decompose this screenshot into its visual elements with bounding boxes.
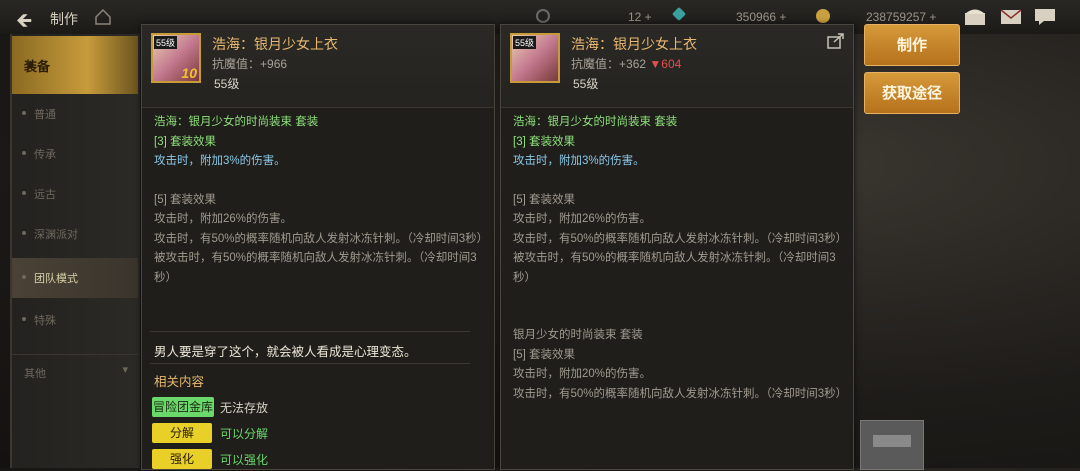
chevron-up-icon: ▲: [24, 56, 37, 71]
sidebar-item-label: 远古: [34, 189, 56, 201]
disassemble-button[interactable]: 分解: [152, 423, 212, 443]
item-level-badge: 55级: [154, 36, 178, 49]
bullet-icon: [22, 275, 26, 279]
enhance-button[interactable]: 强化: [152, 449, 212, 469]
tooltip-header: 55级 浩海：银月少女上衣 抗魔值：+362 ▼604 55级: [501, 25, 853, 108]
set2-effect-1: 攻击时，附加20%的伤害。: [513, 368, 652, 380]
resource-count-2: 350966 +: [736, 10, 787, 24]
page-title: 制作: [50, 11, 78, 27]
enhance-status: 可以强化: [220, 453, 269, 467]
flavor-text: 男人要是穿了这个，就会被人看成是心理变态。: [154, 345, 417, 359]
set-5-effect-2: 攻击时，有50%的概率随机向敌人发射冰冻针刺。（冷却时间3秒）: [154, 232, 489, 245]
sidebar-item-other[interactable]: 其他 ▾: [12, 354, 138, 385]
chat-icon[interactable]: [1032, 6, 1058, 28]
divider: [150, 331, 470, 332]
set2-effect-2: 攻击时，有50%的概率随机向敌人发射冰冻针刺。（冷却时间3秒）: [513, 387, 848, 400]
item-level: 55级: [214, 77, 240, 91]
sidebar-item-label: 团队模式: [34, 273, 78, 285]
stat-decrease: ▼604: [649, 57, 682, 71]
disassemble-status: 可以分解: [220, 427, 269, 441]
set-3-effect: 攻击时，附加3%的伤害。: [513, 155, 645, 167]
related-content-title: 相关内容: [154, 375, 205, 389]
obtain-route-button[interactable]: 获取途径: [864, 72, 960, 114]
chevron-down-icon: ▾: [122, 364, 128, 376]
set-name: 浩海：银月少女的时尚装束 套装: [154, 116, 319, 128]
item-reinforce-number: 10: [181, 65, 197, 81]
sidebar-header-equipment[interactable]: 装备 ▲: [12, 36, 138, 94]
set-5-effect-3: 被攻击时，有50%的概率随机向敌人发射冰冻针刺。（冷却时间3秒）: [154, 252, 477, 284]
item-stat: 抗魔值：+362 ▼604: [571, 57, 682, 71]
tooltip-body: 浩海：银月少女的时尚装束 套装 [3] 套装效果 攻击时，附加3%的伤害。 [5…: [154, 113, 489, 288]
bullet-icon: [22, 111, 26, 115]
sidebar-item-ancient[interactable]: 远古: [12, 174, 138, 214]
vault-button[interactable]: 冒险团金库: [152, 397, 214, 417]
set-5-effect-1: 攻击时，附加26%的伤害。: [154, 213, 293, 225]
sidebar-item-label: 深渊派对: [34, 229, 78, 241]
sidebar-item-label: 普通: [34, 109, 56, 121]
item-level: 55级: [573, 77, 599, 91]
set-5-effect-3: 被攻击时，有50%的概率随机向敌人发射冰冻针刺。（冷却时间3秒）: [513, 252, 836, 284]
set-name: 浩海：银月少女的时尚装束 套装: [513, 116, 678, 128]
sidebar-item-abyss-party[interactable]: 深渊派对: [12, 214, 138, 254]
sidebar-item-label: 特殊: [34, 315, 56, 327]
bullet-icon: [22, 317, 26, 321]
set-3-title: [3] 套装效果: [154, 135, 216, 148]
treasure-chest-icon[interactable]: [962, 6, 988, 28]
sidebar-item-normal[interactable]: 普通: [12, 94, 138, 134]
tooltip-header: 55级 10 浩海：银月少女上衣 抗魔值：+966 55级: [142, 25, 494, 108]
bullet-icon: [22, 151, 26, 155]
divider: [150, 363, 470, 364]
set-5-title: [5] 套装效果: [154, 193, 216, 206]
gem-icon: [671, 6, 687, 22]
set2-title: [5] 套装效果: [513, 348, 575, 361]
resource-count-1: 12 +: [628, 10, 652, 24]
home-icon[interactable]: [94, 8, 112, 26]
set-5-effect-2: 攻击时，有50%的概率随机向敌人发射冰冻针刺。（冷却时间3秒）: [513, 232, 848, 245]
sidebar-item-label: 其他: [24, 368, 46, 380]
item-icon: 55级 10: [151, 33, 201, 83]
vault-status: 无法存放: [220, 401, 269, 415]
sidebar-item-label: 传承: [34, 149, 56, 161]
item-level-badge: 55级: [513, 36, 537, 49]
sidebar-item-team-mode[interactable]: 团队模式: [12, 258, 138, 298]
background-widget: [860, 420, 924, 470]
tooltip-body: 浩海：银月少女的时尚装束 套装 [3] 套装效果 攻击时，附加3%的伤害。 [5…: [513, 113, 848, 404]
set-3-effect: 攻击时，附加3%的伤害。: [154, 155, 286, 167]
category-sidebar: 装备 ▲ 普通 传承 远古 深渊派对 团队模式 特殊 其他 ▾: [10, 34, 140, 468]
background-widget-bar: [873, 435, 911, 447]
sidebar-item-special[interactable]: 特殊: [12, 300, 138, 340]
item-name: 浩海：银月少女上衣: [212, 36, 338, 52]
set-5-title: [5] 套装效果: [513, 193, 575, 206]
bullet-icon: [22, 231, 26, 235]
item-stat: 抗魔值：+966: [212, 57, 288, 71]
sidebar-item-inherit[interactable]: 传承: [12, 134, 138, 174]
item-tooltip-equipped: 55级 10 浩海：银月少女上衣 抗魔值：+966 55级 浩海：银月少女的时尚…: [141, 24, 495, 470]
gold-coin-icon: [816, 9, 830, 23]
resource-count-3: 238759257 +: [866, 10, 937, 24]
set-3-title: [3] 套装效果: [513, 135, 575, 148]
craft-button[interactable]: 制作: [864, 24, 960, 66]
mail-icon[interactable]: [998, 6, 1024, 28]
set2-name: 银月少女的时尚装束 套装: [513, 329, 643, 341]
item-tooltip-compare: 55级 浩海：银月少女上衣 抗魔值：+362 ▼604 55级 浩海：银月少女的…: [500, 24, 854, 470]
set-5-effect-1: 攻击时，附加26%的伤害。: [513, 213, 652, 225]
bullet-icon: [22, 191, 26, 195]
item-icon: 55级: [510, 33, 560, 83]
share-icon[interactable]: [827, 33, 845, 49]
moon-icon: [536, 9, 550, 23]
item-name: 浩海：银月少女上衣: [571, 36, 697, 52]
